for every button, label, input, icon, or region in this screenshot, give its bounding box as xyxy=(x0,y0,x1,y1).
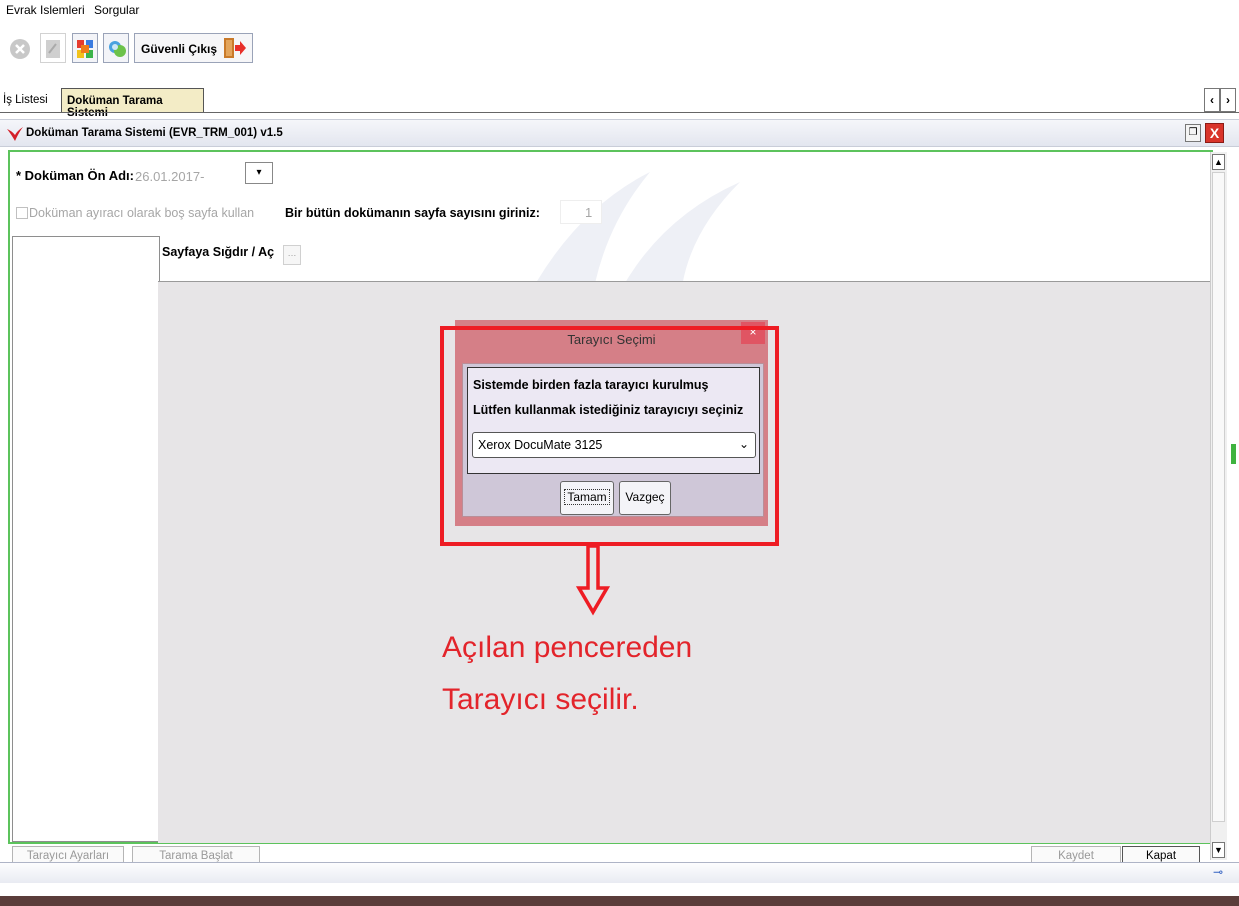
scroll-down-icon[interactable]: ▼ xyxy=(1212,842,1225,858)
restore-window-icon[interactable]: ❐ xyxy=(1185,124,1201,142)
doc-prefix-value[interactable]: 26.01.2017- xyxy=(135,169,204,184)
fit-page-button[interactable]: … xyxy=(283,245,301,265)
secure-exit-button[interactable]: Güvenli Çıkış xyxy=(134,33,253,63)
vertical-scrollbar[interactable]: ▲ ▼ xyxy=(1210,152,1227,860)
menu-sorgular[interactable]: Sorgular xyxy=(94,3,139,17)
scrollbar-thumb[interactable] xyxy=(1212,172,1225,822)
doc-prefix-label: * Doküman Ön Adı: xyxy=(16,168,134,183)
tab-scroll-left-icon[interactable]: ‹ xyxy=(1204,88,1220,112)
scroll-up-icon[interactable]: ▲ xyxy=(1212,154,1225,170)
window-title: Doküman Tarama Sistemi (EVR_TRM_001) v1.… xyxy=(26,127,283,139)
tab-scroll-right-icon[interactable]: › xyxy=(1220,88,1236,112)
taskbar-strip xyxy=(0,896,1239,906)
tab-dokuman-tarama[interactable]: Doküman Tarama Sistemi xyxy=(61,88,204,119)
tab-bar: İş Listesi Doküman Tarama Sistemi ‹ › xyxy=(0,88,1239,119)
down-arrow-icon xyxy=(576,544,610,616)
connection-plug-icon: ⊸ xyxy=(1213,865,1224,879)
colorful-grid-icon[interactable] xyxy=(72,33,98,63)
page-thumbnail-list[interactable] xyxy=(12,236,160,842)
chat-bubbles-icon[interactable] xyxy=(103,33,129,63)
side-splitter-handle[interactable] xyxy=(1231,444,1236,464)
highlight-frame xyxy=(440,326,779,546)
doc-prefix-dropdown-icon[interactable]: ▾ xyxy=(245,162,273,184)
menu-evrak-islemleri[interactable]: Evrak Islemleri xyxy=(6,3,85,17)
close-window-icon[interactable]: X xyxy=(1205,123,1224,143)
page-count-input[interactable]: 1 xyxy=(560,200,602,224)
status-bar: ⊸ xyxy=(0,862,1239,883)
document-icon[interactable] xyxy=(40,33,66,63)
tab-is-listesi[interactable]: İş Listesi xyxy=(3,88,61,112)
blank-page-checkbox[interactable] xyxy=(16,207,28,219)
tab-divider xyxy=(0,112,1239,113)
page-count-label: Bir bütün dokümanın sayfa sayısını girin… xyxy=(285,206,540,220)
blank-page-checkbox-label: Doküman ayıracı olarak boş sayfa kullan xyxy=(29,206,255,220)
annotation-line1: Açılan pencereden xyxy=(442,631,693,664)
fit-page-label: Sayfaya Sığdır / Aç xyxy=(162,245,275,259)
stop-icon[interactable] xyxy=(6,33,32,63)
exit-door-icon xyxy=(224,38,246,58)
page-count-value: 1 xyxy=(585,205,593,220)
menu-bar: Evrak Islemleri Sorgular xyxy=(0,0,1239,22)
window-title-bar: Doküman Tarama Sistemi (EVR_TRM_001) v1.… xyxy=(0,119,1239,147)
app-logo-icon xyxy=(7,127,23,141)
toolbar: Güvenli Çıkış xyxy=(0,27,1239,79)
annotation-line2: Tarayıcı seçilir. xyxy=(442,683,639,716)
secure-exit-label: Güvenli Çıkış xyxy=(141,42,218,56)
